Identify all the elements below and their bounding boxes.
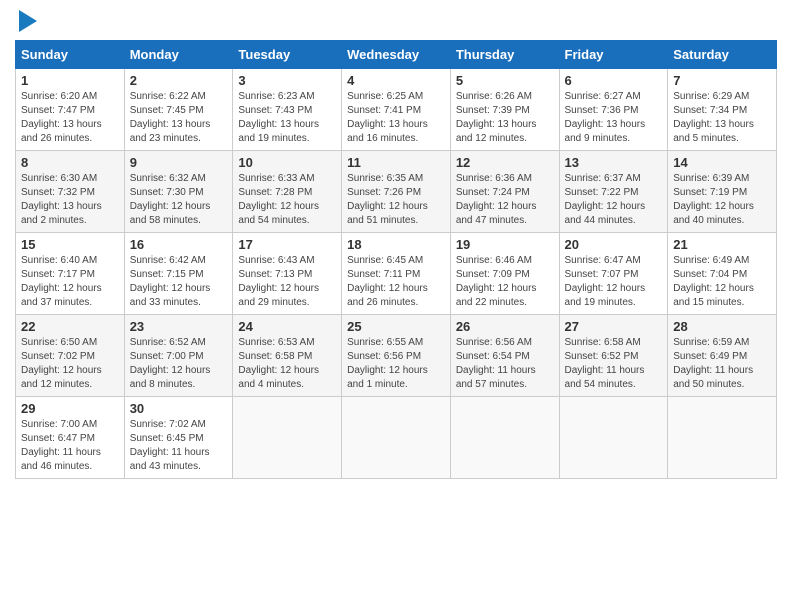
calendar-day-16: 16Sunrise: 6:42 AMSunset: 7:15 PMDayligh… <box>124 233 233 315</box>
calendar-page: SundayMondayTuesdayWednesdayThursdayFrid… <box>0 0 792 494</box>
calendar-day-30: 30Sunrise: 7:02 AMSunset: 6:45 PMDayligh… <box>124 397 233 479</box>
calendar-day-1: 1Sunrise: 6:20 AMSunset: 7:47 PMDaylight… <box>16 69 125 151</box>
calendar-week-4: 22Sunrise: 6:50 AMSunset: 7:02 PMDayligh… <box>16 315 777 397</box>
calendar-week-1: 1Sunrise: 6:20 AMSunset: 7:47 PMDaylight… <box>16 69 777 151</box>
calendar-day-4: 4Sunrise: 6:25 AMSunset: 7:41 PMDaylight… <box>342 69 451 151</box>
calendar-day-26: 26Sunrise: 6:56 AMSunset: 6:54 PMDayligh… <box>450 315 559 397</box>
calendar-day-10: 10Sunrise: 6:33 AMSunset: 7:28 PMDayligh… <box>233 151 342 233</box>
col-header-thursday: Thursday <box>450 41 559 69</box>
calendar-day-18: 18Sunrise: 6:45 AMSunset: 7:11 PMDayligh… <box>342 233 451 315</box>
calendar-day-11: 11Sunrise: 6:35 AMSunset: 7:26 PMDayligh… <box>342 151 451 233</box>
calendar-day-14: 14Sunrise: 6:39 AMSunset: 7:19 PMDayligh… <box>668 151 777 233</box>
logo-triangle-icon <box>19 10 37 32</box>
calendar-day-12: 12Sunrise: 6:36 AMSunset: 7:24 PMDayligh… <box>450 151 559 233</box>
calendar-day-25: 25Sunrise: 6:55 AMSunset: 6:56 PMDayligh… <box>342 315 451 397</box>
calendar-day-6: 6Sunrise: 6:27 AMSunset: 7:36 PMDaylight… <box>559 69 668 151</box>
calendar-day-20: 20Sunrise: 6:47 AMSunset: 7:07 PMDayligh… <box>559 233 668 315</box>
calendar-day-28: 28Sunrise: 6:59 AMSunset: 6:49 PMDayligh… <box>668 315 777 397</box>
calendar-day-9: 9Sunrise: 6:32 AMSunset: 7:30 PMDaylight… <box>124 151 233 233</box>
calendar-day-17: 17Sunrise: 6:43 AMSunset: 7:13 PMDayligh… <box>233 233 342 315</box>
col-header-friday: Friday <box>559 41 668 69</box>
calendar-day-2: 2Sunrise: 6:22 AMSunset: 7:45 PMDaylight… <box>124 69 233 151</box>
col-header-wednesday: Wednesday <box>342 41 451 69</box>
col-header-monday: Monday <box>124 41 233 69</box>
calendar-day-3: 3Sunrise: 6:23 AMSunset: 7:43 PMDaylight… <box>233 69 342 151</box>
calendar-day-29: 29Sunrise: 7:00 AMSunset: 6:47 PMDayligh… <box>16 397 125 479</box>
calendar-day-15: 15Sunrise: 6:40 AMSunset: 7:17 PMDayligh… <box>16 233 125 315</box>
col-header-saturday: Saturday <box>668 41 777 69</box>
calendar-table: SundayMondayTuesdayWednesdayThursdayFrid… <box>15 40 777 479</box>
calendar-week-3: 15Sunrise: 6:40 AMSunset: 7:17 PMDayligh… <box>16 233 777 315</box>
calendar-week-2: 8Sunrise: 6:30 AMSunset: 7:32 PMDaylight… <box>16 151 777 233</box>
calendar-day-13: 13Sunrise: 6:37 AMSunset: 7:22 PMDayligh… <box>559 151 668 233</box>
logo <box>15 10 37 32</box>
calendar-day-22: 22Sunrise: 6:50 AMSunset: 7:02 PMDayligh… <box>16 315 125 397</box>
calendar-week-5: 29Sunrise: 7:00 AMSunset: 6:47 PMDayligh… <box>16 397 777 479</box>
calendar-empty <box>559 397 668 479</box>
calendar-header-row: SundayMondayTuesdayWednesdayThursdayFrid… <box>16 41 777 69</box>
calendar-day-19: 19Sunrise: 6:46 AMSunset: 7:09 PMDayligh… <box>450 233 559 315</box>
page-header <box>15 10 777 32</box>
calendar-empty <box>233 397 342 479</box>
col-header-tuesday: Tuesday <box>233 41 342 69</box>
calendar-day-7: 7Sunrise: 6:29 AMSunset: 7:34 PMDaylight… <box>668 69 777 151</box>
calendar-day-8: 8Sunrise: 6:30 AMSunset: 7:32 PMDaylight… <box>16 151 125 233</box>
calendar-day-23: 23Sunrise: 6:52 AMSunset: 7:00 PMDayligh… <box>124 315 233 397</box>
calendar-day-21: 21Sunrise: 6:49 AMSunset: 7:04 PMDayligh… <box>668 233 777 315</box>
calendar-empty <box>668 397 777 479</box>
calendar-empty <box>342 397 451 479</box>
col-header-sunday: Sunday <box>16 41 125 69</box>
calendar-day-27: 27Sunrise: 6:58 AMSunset: 6:52 PMDayligh… <box>559 315 668 397</box>
calendar-empty <box>450 397 559 479</box>
calendar-day-5: 5Sunrise: 6:26 AMSunset: 7:39 PMDaylight… <box>450 69 559 151</box>
calendar-day-24: 24Sunrise: 6:53 AMSunset: 6:58 PMDayligh… <box>233 315 342 397</box>
